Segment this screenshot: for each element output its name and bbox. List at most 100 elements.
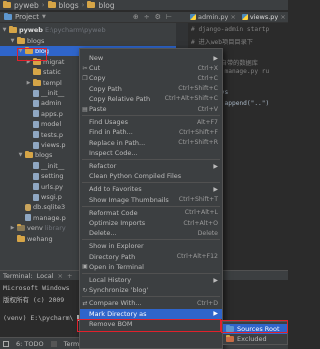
hide-panel-icon[interactable]: ⊢ [166,13,172,21]
tab-admin-py[interactable]: admin.py × [190,13,236,21]
chevron-down-icon[interactable]: ▼ [42,14,46,20]
close-icon[interactable]: × [280,13,285,21]
tree-item-admin[interactable]: admin [26,98,61,108]
menu-item-shortcut: Ctrl+C [197,74,218,82]
collapse-icon[interactable]: ÷ [144,13,150,21]
menu-item-inspect-code[interactable]: Inspect Code... [80,148,222,158]
menu-item-synchronize-blog[interactable]: ↻ Synchronize 'blog' [80,285,222,295]
cut-icon: ✂ [82,64,88,72]
tree-item-templ[interactable]: ▶ templ [26,78,62,88]
terminal-session-tab[interactable]: Local [37,272,54,280]
expand-arrow-icon[interactable]: ▶ [10,225,15,231]
menu-item-directory-path[interactable]: Directory Path Ctrl+Alt+F12 [80,252,222,262]
folder-icon [17,37,25,44]
menu-separator [82,239,220,241]
menu-item-new[interactable]: New ▶ [80,53,222,63]
menu-item-copy-relative-path[interactable]: Copy Relative Path Ctrl+Alt+Shift+C [80,94,222,104]
menu-item-excluded[interactable]: Excluded [223,334,287,344]
synchronize-blog-icon: ↻ [82,286,88,294]
menu-item-shortcut: Ctrl+Shift+C [178,85,218,93]
gear-icon[interactable]: ⚙ [155,13,161,21]
menu-item-show-image-thumbnails[interactable]: Show Image Thumbnails Ctrl+Shift+T [80,195,222,205]
tree-item-model[interactable]: model [26,119,61,129]
menu-separator [82,273,220,274]
menu-item-label: Paste [89,105,107,113]
menu-item-label: Show Image Thumbnails [89,195,169,204]
expand-arrow-icon[interactable]: ▶ [26,80,31,86]
close-icon[interactable]: × [58,272,63,280]
library-folder-icon [17,224,25,232]
breadcrumb-item-blog[interactable]: blog [98,1,114,10]
menu-item-delete[interactable]: Delete... Delete [80,228,222,238]
tree-item-views-p[interactable]: views.p [26,140,66,150]
tree-item-db-sqlite3[interactable]: db.sqlite3 [18,202,65,212]
menu-item-clean-python-compiled-files[interactable]: Clean Python Compiled Files [80,171,222,181]
tree-item-wehang[interactable]: wehang [10,234,53,244]
tree-item-label: blogs [35,151,53,160]
expand-arrow-icon[interactable]: ▼ [2,27,7,33]
menu-item-open-in-terminal[interactable]: ▣ Open in Terminal [80,262,222,272]
breadcrumb-item-pyweb[interactable]: pyweb [14,1,39,10]
project-panel-header: Project ▼ ⊕ ÷ ⚙ ⊢ [0,12,176,23]
tree-item-urls-py[interactable]: urls.py [26,182,63,192]
submenu-arrow-icon: ▶ [213,162,218,170]
terminal-prompt[interactable]: (venv) E:\pycharm\ [3,314,82,322]
compare-with-icon: ⇄ [82,299,88,307]
menu-item-shortcut: Ctrl+Shift+F [178,128,218,136]
tree-item-root[interactable]: ▼ pyweb E:\pycharm\pyweb [2,25,106,35]
menu-item-paste[interactable]: ▤ Paste Ctrl+V [80,104,222,114]
menu-item-refactor[interactable]: Refactor ▶ [80,161,222,171]
submenu-arrow-icon: ▶ [213,310,218,318]
menu-item-replace-in-path[interactable]: Replace in Path... Ctrl+Shift+R [80,138,222,148]
tree-item-wsgi-p[interactable]: wsgi.p [26,192,62,202]
tree-item-apps-p[interactable]: apps.p [26,109,63,119]
copy-icon: ❐ [82,74,88,82]
tree-item-static[interactable]: static [26,67,61,77]
folder-icon [33,68,41,76]
locate-icon[interactable]: ⊕ [133,13,139,21]
expand-arrow-icon[interactable]: ▼ [10,38,15,44]
menu-item-compare-with[interactable]: ⇄ Compare With... Ctrl+D [80,298,222,308]
project-panel-title[interactable]: Project [15,13,39,21]
editor-tabs: admin.py × views.py × [176,12,288,23]
folder-icon [33,78,41,86]
menu-item-local-history[interactable]: Local History ▶ [80,275,222,285]
breadcrumb: pyweb › blogs › blog [0,0,288,11]
add-icon[interactable]: + [67,272,72,280]
folder-icon [17,234,25,242]
menu-item-label: New [89,54,104,62]
tree-item-blogs[interactable]: ▼ blogs [18,150,52,160]
python-file-icon [33,89,39,97]
python-file-icon [33,172,39,180]
submenu-arrow-icon: ▶ [213,185,218,193]
menu-item-label: Inspect Code... [89,148,138,157]
tree-item-init[interactable]: __init__ [26,88,64,98]
menu-item-mark-directory-as[interactable]: Mark Directory as ▶ [80,308,222,319]
expand-arrow-icon[interactable]: ▼ [18,152,23,158]
menu-item-show-in-explorer[interactable]: Show in Explorer [80,241,222,251]
terminal-line: 版权所有 (c) 2009 [3,296,65,304]
menu-item-copy-path[interactable]: Copy Path Ctrl+Shift+C [80,84,222,94]
menu-item-label: Copy [89,74,106,83]
toggle-tool-windows-icon[interactable] [3,340,9,347]
menu-item-add-to-favorites[interactable]: Add to Favorites ▶ [80,184,222,194]
tree-item-blogs[interactable]: ▼ blogs [10,36,44,46]
menu-item-find-usages[interactable]: Find Usages Alt+F7 [80,117,222,127]
tree-item-init[interactable]: __init__ [26,161,64,171]
menu-item-optimize-imports[interactable]: Optimize Imports Ctrl+Alt+O [80,218,222,228]
menu-item-reformat-code[interactable]: Reformat Code Ctrl+Alt+L [80,208,222,218]
tree-item-manage-p[interactable]: manage.p [18,213,66,223]
tree-item-venv[interactable]: ▶ venv library [10,223,66,233]
menu-item-find-in-path[interactable]: Find in Path... Ctrl+Shift+F [80,127,222,137]
tree-item-tests-p[interactable]: tests.p [26,130,63,140]
breadcrumb-item-blogs[interactable]: blogs [59,1,79,10]
tree-item-setting[interactable]: setting [26,171,64,181]
menu-item-copy[interactable]: ❐ Copy Ctrl+C [80,73,222,83]
close-icon[interactable]: × [230,13,235,21]
menu-item-cut[interactable]: ✂ Cut Ctrl+X [80,63,222,73]
tree-item-label: setting [41,172,64,181]
menu-item-label: Optimize Imports [89,219,146,227]
statusbar-terminal[interactable]: Term [64,340,80,348]
statusbar-todo[interactable]: 6: TODO [16,340,44,348]
tab-views-py[interactable]: views.py × [241,13,286,21]
